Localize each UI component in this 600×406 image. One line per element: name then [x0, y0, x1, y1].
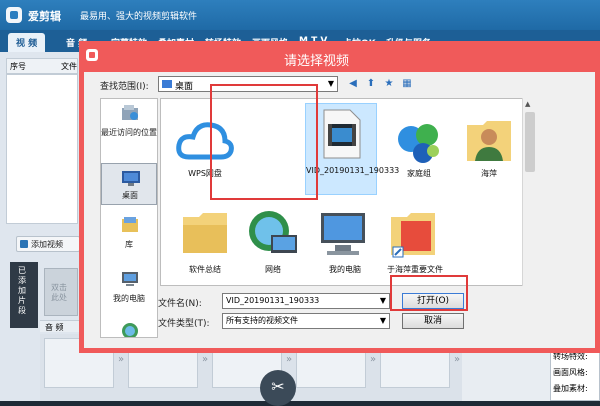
computer-icon: [122, 272, 138, 286]
file-label-network: 网络: [265, 265, 281, 274]
app-logo-icon: [6, 7, 22, 23]
recent-places-icon: [122, 105, 138, 120]
info-overlay: 叠加素材:: [553, 384, 588, 393]
folder-icon: [183, 213, 227, 253]
cancel-button[interactable]: 取消: [402, 313, 464, 329]
computer-icon: [321, 213, 365, 255]
place-computer-label: 我的电脑: [113, 294, 145, 303]
place-computer[interactable]: 我的电脑: [101, 269, 157, 309]
network-icon: [122, 323, 138, 337]
user-folder-icon: [467, 121, 511, 161]
app-name: 爱剪辑: [28, 10, 61, 23]
look-in-value: 桌面: [175, 82, 194, 92]
highlight-selected-file: [210, 84, 318, 200]
file-item-homegroup[interactable]: 家庭组: [381, 109, 457, 189]
chevron-right-icon: »: [370, 354, 377, 365]
column-file: 文件: [61, 62, 77, 71]
homegroup-icon: [398, 124, 439, 163]
file-label-important-files: 于海萍重要文件: [387, 265, 443, 274]
look-in-label: 查找范围(I):: [100, 82, 149, 92]
audio-track-label: 音 频: [45, 323, 64, 332]
file-item-software-summary[interactable]: 软件总结: [167, 203, 243, 283]
filename-value: VID_20190131_190333: [226, 296, 320, 305]
dialog-title: 请选择视频: [284, 54, 350, 69]
add-video-label: 添加视频: [31, 240, 63, 249]
chevron-right-icon: »: [118, 354, 125, 365]
file-label-my-computer: 我的电脑: [329, 265, 361, 274]
scroll-up-icon[interactable]: ▲: [525, 100, 530, 108]
chevron-down-icon[interactable]: ▼: [380, 294, 386, 308]
filetype-value: 所有支持的视频文件: [226, 316, 298, 325]
filetype-label: 文件类型(T):: [158, 319, 210, 329]
add-video-icon: [20, 240, 28, 248]
network-globe-icon: [249, 211, 297, 253]
place-library-label: 库: [125, 240, 133, 249]
open-video-dialog: 请选择视频 查找范围(I): 桌面 ▼ ◀ ⬆ ★ ▦ 最近访问的位置 桌面 库…: [79, 41, 600, 353]
chevron-right-icon: »: [286, 354, 293, 365]
app-titlebar: 爱剪辑 最易用、强大的视频剪辑软件: [0, 0, 600, 30]
place-desktop[interactable]: 桌面: [101, 163, 157, 205]
tab-video[interactable]: 视 频: [8, 33, 46, 52]
added-clips-label: 已添加片段: [18, 266, 26, 315]
back-icon[interactable]: ◀: [346, 77, 360, 91]
filename-label: 文件名(N):: [158, 299, 202, 309]
file-item-network[interactable]: 网络: [235, 203, 311, 283]
info-style: 画面风格:: [553, 368, 588, 377]
view-menu-icon[interactable]: ▦: [400, 77, 414, 91]
chevron-right-icon: »: [454, 354, 461, 365]
chevron-down-icon[interactable]: ▼: [380, 314, 386, 328]
highlight-open-button: [390, 275, 468, 311]
dialog-app-icon: [86, 49, 98, 61]
places-bar: 最近访问的位置 桌面 库 我的电脑: [100, 98, 158, 338]
filetype-dropdown[interactable]: 所有支持的视频文件 ▼: [222, 313, 390, 329]
scroll-thumb[interactable]: [525, 112, 535, 172]
clip-info-box: 转场特效: 画面风格: 叠加素材:: [550, 348, 600, 401]
column-index: 序号: [10, 62, 26, 71]
clip-placeholder[interactable]: 双击 此处: [44, 268, 78, 316]
app-slogan: 最易用、强大的视频剪辑软件: [80, 12, 198, 22]
chevron-right-icon: »: [202, 354, 209, 365]
file-item-my-computer[interactable]: 我的电脑: [307, 203, 383, 283]
added-clips-tab[interactable]: 已添加片段: [10, 262, 38, 328]
place-recent-label: 最近访问的位置: [101, 128, 157, 137]
place-recent[interactable]: 最近访问的位置: [101, 103, 157, 159]
new-folder-icon[interactable]: ★: [382, 77, 396, 91]
add-video-button[interactable]: 添加视频: [16, 236, 80, 252]
desktop-icon: [122, 171, 140, 186]
video-file-icon: [323, 109, 361, 159]
file-list-scrollbar[interactable]: ▲: [522, 98, 538, 286]
shortcut-folder-icon: [391, 213, 435, 258]
file-label-user-folder: 海萍: [481, 169, 497, 178]
place-desktop-label: 桌面: [122, 191, 138, 200]
up-folder-icon[interactable]: ⬆: [364, 77, 378, 91]
library-icon: [122, 217, 138, 232]
video-list-header: 序号 文件: [6, 58, 78, 74]
dialog-titlebar: 请选择视频: [84, 46, 595, 72]
file-item-user-folder[interactable]: 海萍: [451, 109, 527, 189]
file-label-software-summary: 软件总结: [189, 265, 221, 274]
place-network[interactable]: [101, 321, 157, 337]
desktop-mini-icon: [162, 80, 172, 88]
file-item-important-files[interactable]: 于海萍重要文件: [377, 203, 453, 283]
filename-input[interactable]: VID_20190131_190333 ▼: [222, 293, 390, 309]
chevron-down-icon: ▼: [327, 79, 334, 88]
clip-placeholder-label: 双击 此处: [51, 283, 67, 302]
place-library[interactable]: 库: [101, 215, 157, 255]
file-label-homegroup: 家庭组: [407, 169, 431, 178]
video-list[interactable]: [6, 74, 78, 224]
